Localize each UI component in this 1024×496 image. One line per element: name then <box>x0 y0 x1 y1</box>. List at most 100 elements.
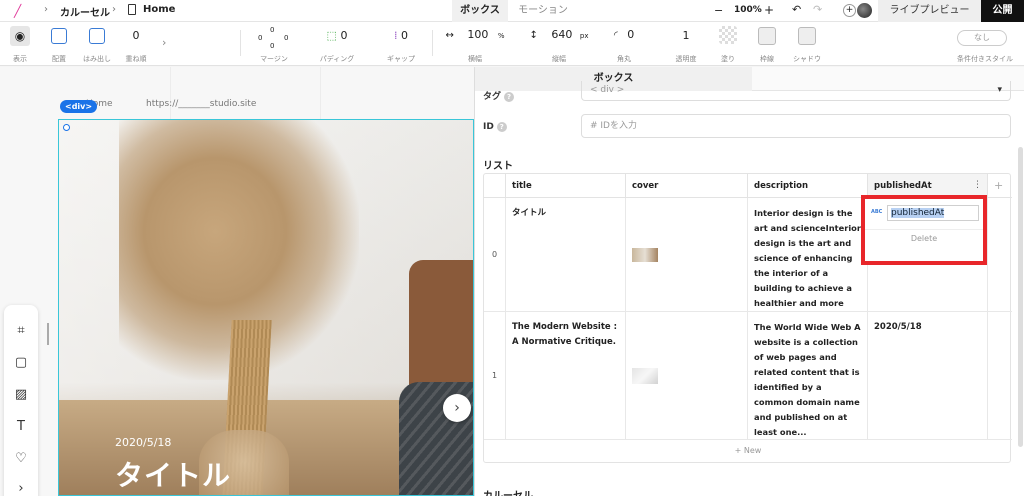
slide-date[interactable]: 2020/5/18 <box>115 436 171 449</box>
breadcrumb-project[interactable]: カルーセル <box>60 4 110 19</box>
zoom-level[interactable]: 100% <box>734 5 762 15</box>
tab-motion[interactable]: モーション <box>508 0 578 22</box>
gap-icon: ⁞ <box>394 29 398 42</box>
cell-cover[interactable] <box>626 198 748 312</box>
resize-handle[interactable] <box>47 323 49 345</box>
breadcrumb-page[interactable]: Home <box>143 4 175 15</box>
divider <box>240 30 241 56</box>
opacity-value[interactable]: 1 <box>683 29 690 42</box>
divider <box>432 30 433 56</box>
slide-title[interactable]: タイトル <box>115 454 231 494</box>
cell-publishedat[interactable]: 2020/5/18 <box>868 312 988 440</box>
radius-value[interactable]: 0 <box>627 28 634 41</box>
more-icon[interactable]: › <box>13 481 29 496</box>
chevron-right-icon[interactable]: › <box>162 36 166 49</box>
panel-scrollbar[interactable] <box>1018 147 1023 447</box>
height-value[interactable]: 640 <box>551 28 572 41</box>
tab-box[interactable]: ボックス <box>452 0 508 22</box>
zindex-value: 0 <box>132 29 140 42</box>
undo-icon[interactable]: ↶ <box>792 3 801 16</box>
carousel-slide-image[interactable]: 2020/5/18 タイトル <box>58 119 474 496</box>
zindex-tool[interactable]: 0 重ね順 <box>126 26 147 63</box>
add-column-button[interactable]: + <box>988 174 1012 198</box>
width-tool[interactable]: ↔ 100 % 横幅 <box>442 26 508 63</box>
height-label: 縦幅 <box>552 55 566 63</box>
carousel-next-button[interactable]: › <box>443 394 471 422</box>
publish-button[interactable]: 公開 <box>981 0 1024 22</box>
studio-logo-icon[interactable]: ╱ <box>14 4 21 18</box>
column-header-description[interactable]: description <box>748 174 868 198</box>
display-tool[interactable]: ◉ 表示 <box>9 26 31 63</box>
selection-handle[interactable] <box>63 124 70 131</box>
radius-label: 角丸 <box>617 55 631 63</box>
element-tag-badge[interactable]: <div> <box>60 100 98 113</box>
cell-description[interactable]: The World Wide Web A website is a collec… <box>748 312 868 440</box>
app-window: ╱ › カルーセル › Home ボックス モーション − 100% + ↶ ↷… <box>0 0 1024 496</box>
delete-column-button[interactable]: Delete <box>865 229 983 247</box>
width-unit[interactable]: % <box>498 32 505 40</box>
column-name-input[interactable]: publishedAt <box>887 205 979 221</box>
height-unit[interactable]: px <box>580 32 589 40</box>
overflow-icon <box>89 28 105 44</box>
help-icon[interactable]: ? <box>504 92 515 102</box>
id-label: ID? <box>483 122 507 132</box>
overflow-tool[interactable]: はみ出し <box>83 26 111 63</box>
column-header-title[interactable]: title <box>506 174 626 198</box>
margin-tool[interactable]: 0 0 0 0 マージン <box>258 26 290 63</box>
fill-tool[interactable]: 塗り <box>718 26 738 63</box>
cell-title[interactable]: The Modern Website : A Normative Critiqu… <box>506 312 626 440</box>
tag-label-text: タグ <box>483 92 502 102</box>
list-section-title: リスト <box>483 161 513 172</box>
gap-value: 0 <box>401 29 408 42</box>
layout-label: 配置 <box>52 55 66 63</box>
shadow-tool[interactable]: シャドウ <box>793 26 821 63</box>
border-tool[interactable]: 枠線 <box>757 26 777 63</box>
add-row-button[interactable]: + New <box>484 440 1012 462</box>
shadow-icon <box>798 27 816 45</box>
box-icon[interactable]: ▢ <box>13 355 29 371</box>
column-menu-icon[interactable]: ⋮ <box>973 180 982 190</box>
padding-label: パディング <box>319 55 355 63</box>
cell-cover[interactable] <box>626 312 748 440</box>
cover-thumbnail[interactable] <box>632 368 658 384</box>
conditional-style-select[interactable]: なし <box>957 30 1007 46</box>
cover-thumbnail[interactable] <box>632 248 658 262</box>
dropdown-arrow-icon: ▾ <box>997 85 1002 95</box>
help-icon[interactable]: ? <box>496 122 507 132</box>
layout-tool[interactable]: 配置 <box>48 26 70 63</box>
padding-tool[interactable]: ⬚ 0 パディング <box>320 26 355 63</box>
heart-icon[interactable]: ♡ <box>13 451 29 467</box>
cell-empty <box>988 198 1012 312</box>
redo-icon[interactable]: ↷ <box>813 3 822 16</box>
chevron-right-icon: › <box>112 4 116 15</box>
cell-description[interactable]: Interior design is the art and scienceIn… <box>748 198 868 312</box>
padding-icon: ⬚ <box>326 29 337 42</box>
column-header-cover[interactable]: cover <box>626 174 748 198</box>
height-tool[interactable]: ↕ 640 px 縦幅 <box>524 26 594 63</box>
image-icon[interactable]: ▨ <box>13 387 29 403</box>
live-preview-button[interactable]: ライブプレビュー <box>878 0 981 22</box>
zoom-out-button[interactable]: − <box>714 4 723 17</box>
frame-icon[interactable]: ⌗ <box>13 323 29 339</box>
fill-icon <box>719 26 737 44</box>
add-element-toolbar: ⌗ ▢ ▨ T ♡ › <box>4 305 38 496</box>
design-canvas[interactable]: Home https://_______studio.site <div> 20… <box>0 67 474 496</box>
radius-icon: ◜ <box>613 30 618 41</box>
gap-tool[interactable]: ⁞ 0 ギャップ <box>386 26 416 63</box>
opacity-tool[interactable]: 1 透明度 <box>676 26 697 63</box>
width-value[interactable]: 100 <box>467 28 488 41</box>
tag-select[interactable]: < div > ▾ <box>581 81 1011 101</box>
avatar[interactable] <box>857 3 872 18</box>
id-input[interactable]: # IDを入力 <box>581 114 1011 138</box>
cell-empty <box>988 312 1012 440</box>
zoom-in-button[interactable]: + <box>764 3 774 17</box>
style-toolbar: ◉ 表示 配置 はみ出し 0 重ね順 › 0 0 0 0 マージン ⬚ 0 パデ… <box>0 22 1024 66</box>
cell-title[interactable]: タイトル <box>506 198 626 312</box>
page-icon <box>128 4 136 15</box>
row-index: 1 <box>484 312 506 440</box>
text-icon[interactable]: T <box>13 419 29 435</box>
radius-tool[interactable]: ◜ 0 角丸 <box>608 26 640 63</box>
add-member-icon[interactable]: + <box>843 4 856 17</box>
chevron-right-icon: › <box>44 4 48 15</box>
width-label: 横幅 <box>468 55 482 63</box>
